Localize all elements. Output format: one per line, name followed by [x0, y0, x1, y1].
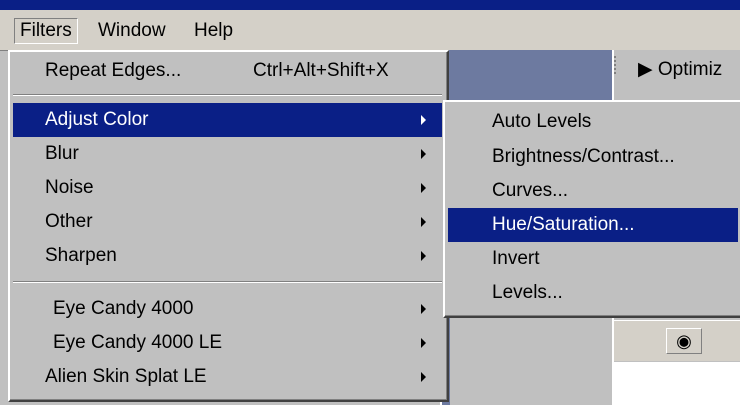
adjust-color-submenu: Auto Levels Brightness/Contrast... Curve… — [443, 100, 740, 318]
menu-item-label: Eye Candy 4000 — [53, 298, 194, 319]
menu-filters-label: Filters — [20, 20, 72, 41]
submenu-item-brightness-contrast[interactable]: Brightness/Contrast... — [448, 140, 738, 174]
menu-item-other[interactable]: Other — [13, 205, 442, 239]
menu-item-alien-skin-splat-le[interactable]: Alien Skin Splat LE — [13, 360, 442, 394]
menu-item-blur[interactable]: Blur — [13, 137, 442, 171]
menu-separator — [13, 281, 442, 283]
menu-item-label: Noise — [45, 177, 94, 198]
menu-item-label: Eye Candy 4000 LE — [53, 332, 223, 353]
submenu-item-label: Levels... — [492, 282, 563, 303]
submenu-item-levels[interactable]: Levels... — [448, 276, 738, 310]
submenu-arrow-icon — [421, 251, 426, 261]
menu-filters[interactable]: Filters — [14, 18, 78, 44]
submenu-item-hue-saturation[interactable]: Hue/Saturation... — [448, 208, 738, 242]
submenu-arrow-icon — [421, 304, 426, 314]
submenu-item-curves[interactable]: Curves... — [448, 174, 738, 208]
panel-content-area — [614, 362, 740, 405]
submenu-item-auto-levels[interactable]: Auto Levels — [448, 105, 738, 139]
submenu-item-label: Auto Levels — [492, 111, 592, 132]
submenu-arrow-icon — [421, 115, 426, 125]
submenu-arrow-icon — [421, 183, 426, 193]
menu-window[interactable]: Window — [92, 19, 172, 43]
menu-item-label: Repeat Edges... — [45, 60, 182, 81]
filters-menu: Repeat Edges... Ctrl+Alt+Shift+X Adjust … — [8, 50, 449, 402]
eye-icon[interactable]: ◉ — [666, 328, 702, 354]
submenu-item-label: Invert — [492, 248, 540, 269]
menu-item-label: Adjust Color — [45, 109, 149, 130]
optimize-panel-title[interactable]: ▶ Optimiz — [628, 56, 740, 88]
menu-item-adjust-color[interactable]: Adjust Color — [13, 103, 442, 137]
submenu-item-invert[interactable]: Invert — [448, 242, 738, 276]
menu-item-sharpen[interactable]: Sharpen — [13, 239, 442, 273]
submenu-arrow-icon — [421, 372, 426, 382]
submenu-item-label: Brightness/Contrast... — [492, 146, 675, 167]
menu-item-label: Sharpen — [45, 245, 117, 266]
menu-item-label: Other — [45, 211, 93, 232]
submenu-arrow-icon — [421, 217, 426, 227]
menu-item-label: Blur — [45, 143, 79, 164]
menu-item-shortcut: Ctrl+Alt+Shift+X — [253, 60, 389, 81]
menu-item-eye-candy-4000-le[interactable]: Eye Candy 4000 LE — [13, 326, 442, 360]
menu-help[interactable]: Help — [188, 19, 239, 43]
submenu-item-label: Curves... — [492, 180, 569, 201]
submenu-arrow-icon — [421, 338, 426, 348]
menu-item-repeat-edges[interactable]: Repeat Edges... Ctrl+Alt+Shift+X — [13, 54, 442, 88]
submenu-item-label: Hue/Saturation... — [492, 214, 635, 235]
menu-item-noise[interactable]: Noise — [13, 171, 442, 205]
menu-item-eye-candy-4000[interactable]: Eye Candy 4000 — [13, 292, 442, 326]
menu-help-label: Help — [194, 20, 234, 41]
menu-item-label: Alien Skin Splat LE — [45, 366, 207, 387]
menu-bar: Filters Window Help — [0, 10, 740, 51]
menu-window-label: Window — [98, 20, 166, 41]
submenu-arrow-icon — [421, 149, 426, 159]
window-title-strip — [0, 0, 740, 10]
panel-grip-handle[interactable] — [614, 56, 624, 74]
menu-separator — [13, 94, 442, 96]
